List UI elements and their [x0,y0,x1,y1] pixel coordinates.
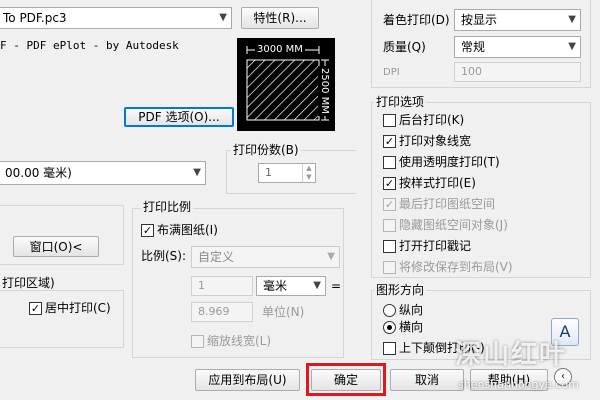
copies-value: 1 [265,166,272,179]
scale-value: 自定义 [198,250,235,264]
portrait-label: 纵向 [399,303,424,317]
plot-option-checkbox[interactable]: ✓ [383,135,396,148]
color-plot-label: 着色打印(D) [383,13,450,27]
plot-option-label: 最后打印图纸空间 [399,197,496,211]
plot-option-label: 按样式打印(E) [399,176,476,190]
copies-input[interactable]: 1 ▲ ▼ [258,163,316,183]
chevron-down-icon: ▼ [193,167,201,178]
plot-option-checkbox[interactable] [383,219,396,232]
plot-option-checkbox[interactable] [383,114,396,127]
color-plot-value: 按显示 [461,13,498,27]
dpi-value: 100 [461,65,482,78]
plot-option-checkbox[interactable]: ✓ [383,177,396,190]
plot-option-label: 打开打印戳记 [399,239,472,253]
portrait-radio[interactable] [383,304,396,317]
preview-width-label: 3000 MM [255,43,305,56]
plot-offset-group [0,290,124,348]
fit-to-paper-checkbox[interactable]: ✓ [141,224,154,237]
apply-to-layout-button[interactable]: 应用到布局(U) [195,369,300,391]
chevron-down-icon: ▼ [568,41,576,52]
center-plot-label: 居中打印(C) [45,301,111,315]
center-plot-checkbox[interactable]: ✓ [29,302,42,315]
scale-value1: 1 [198,279,205,292]
quality-value: 常规 [461,40,486,54]
copies-label: 打印份数(B) [231,143,301,157]
plot-offset-title: 打印区域) [0,276,57,290]
watermark-url: shenshanhongye.com [458,378,579,391]
chevron-down-icon: ▼ [219,12,227,23]
chevron-down-icon: ▼ [327,251,335,262]
plotter-name-value: To PDF.pc3 [3,11,67,25]
scale-value1-input[interactable]: 1 [191,276,253,296]
watermark-logo: 深山红叶 [455,340,568,370]
plot-scale-title: 打印比例 [141,200,194,214]
scale-label: 比例(S): [141,249,187,263]
paper-preview: 3000 MM 2500 MM [237,38,335,131]
cancel-button[interactable]: 取消 [390,369,464,391]
scale-lineweights-label: 缩放线宽(L) [207,334,272,348]
spinner-arrows-icon[interactable]: ▲ ▼ [302,164,315,182]
unit-label: 单位(N) [262,305,305,319]
quality-label: 质量(Q) [383,40,426,54]
chevron-down-icon: ▼ [313,280,321,291]
pdf-options-button[interactable]: PDF 选项(O)... [124,107,234,127]
dpi-input[interactable]: 100 [454,62,581,82]
plot-option-checkbox[interactable]: ✓ [383,198,396,211]
plotter-name-combo[interactable]: To PDF.pc3 ▼ [0,7,232,29]
color-plot-combo[interactable]: 按显示 ▼ [454,9,581,31]
paper-size-value: 00.00 毫米) [5,166,72,180]
landscape-label: 横向 [399,320,424,334]
scale-combo[interactable]: 自定义 ▼ [191,246,340,268]
scale-lineweights-checkbox[interactable] [191,335,204,348]
plot-option-label: 后台打印(K) [399,113,465,127]
plot-options-title: 打印选项 [374,95,427,109]
chevron-down-icon: ▼ [568,14,576,25]
scale-value2-input[interactable]: 8.969 [191,302,253,322]
plot-option-checkbox[interactable] [383,156,396,169]
unit-combo[interactable]: 毫米 ▼ [256,276,326,296]
preview-height-label: 2500 MM [318,66,331,116]
plot-option-checkbox[interactable] [383,240,396,253]
window-button[interactable]: 窗口(O)< [13,236,99,257]
orientation-icon-letter: A [559,322,571,341]
properties-button[interactable]: 特性(R)... [241,7,319,29]
plot-option-label: 使用透明度打印(T) [399,155,500,169]
quality-combo[interactable]: 常规 ▼ [454,36,581,58]
landscape-radio[interactable] [383,321,396,334]
upside-down-checkbox[interactable] [383,342,396,355]
plot-option-label: 将修改保存到布局(V) [399,260,513,274]
plot-option-label: 隐藏图纸空间对象(J) [399,218,508,232]
plot-option-label: 打印对象线宽 [399,134,472,148]
unit-value: 毫米 [263,279,288,293]
orientation-title: 图形方向 [374,283,427,297]
fit-to-paper-label: 布满图纸(I) [157,223,218,237]
paper-size-combo[interactable]: 00.00 毫米) ▼ [0,161,206,185]
equals-sign: = [331,279,342,293]
ok-button[interactable]: 确定 [311,369,381,391]
scale-value2: 8.969 [198,305,230,318]
plot-option-checkbox[interactable] [383,261,396,274]
plotter-description: F - PDF ePlot - by Autodesk [0,39,179,52]
dpi-label: DPI [383,67,400,78]
